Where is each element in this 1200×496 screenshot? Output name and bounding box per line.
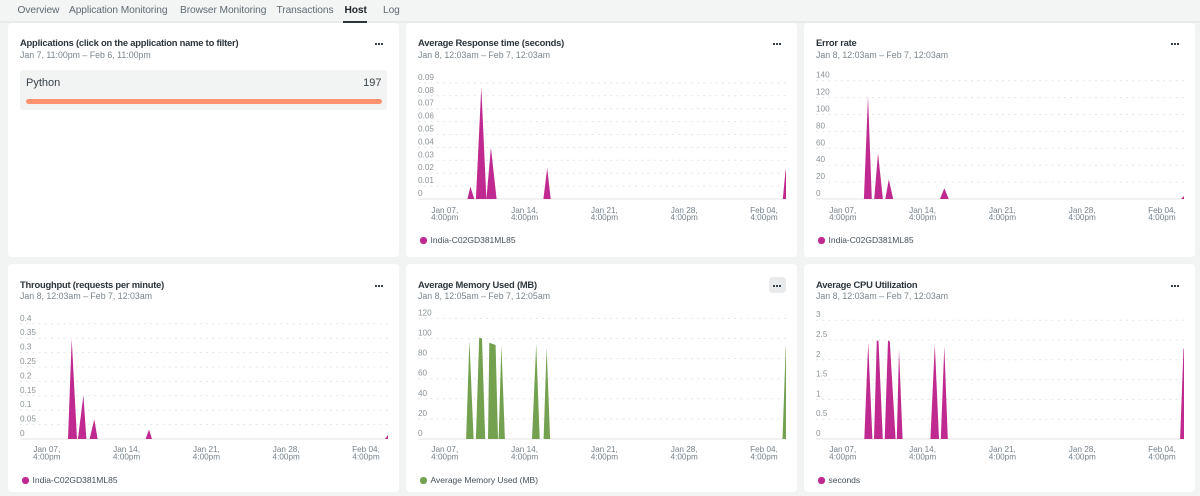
svg-text:0.04: 0.04 [418,137,434,146]
svg-text:2: 2 [816,350,821,359]
svg-text:2.5: 2.5 [816,330,828,339]
svg-text:60: 60 [418,369,428,378]
svg-text:4:00pm: 4:00pm [671,452,698,461]
svg-text:0: 0 [418,429,423,438]
svg-text:0.06: 0.06 [418,111,434,120]
svg-text:4:00pm: 4:00pm [113,452,140,461]
svg-text:0.03: 0.03 [418,150,434,159]
svg-text:4:00pm: 4:00pm [273,452,300,461]
svg-text:4:00pm: 4:00pm [989,213,1016,222]
svg-text:0: 0 [816,429,821,438]
svg-text:4:00pm: 4:00pm [1148,452,1175,461]
svg-text:20: 20 [418,409,428,418]
svg-text:4:00pm: 4:00pm [909,452,936,461]
svg-text:0.05: 0.05 [418,124,434,133]
svg-text:1.5: 1.5 [816,370,828,379]
svg-text:20: 20 [816,172,826,181]
svg-text:4:00pm: 4:00pm [591,213,618,222]
svg-text:0.15: 0.15 [20,386,36,395]
svg-text:0.5: 0.5 [816,409,828,418]
svg-text:0.09: 0.09 [418,72,434,81]
svg-text:4:00pm: 4:00pm [431,452,458,461]
svg-text:4:00pm: 4:00pm [591,452,618,461]
svg-text:4:00pm: 4:00pm [431,213,458,222]
svg-text:0.07: 0.07 [418,98,434,107]
svg-text:60: 60 [816,138,826,147]
svg-text:0.35: 0.35 [20,328,36,337]
svg-text:4:00pm: 4:00pm [829,213,856,222]
svg-text:4:00pm: 4:00pm [671,213,698,222]
svg-text:0: 0 [20,429,25,438]
svg-text:4:00pm: 4:00pm [829,452,856,461]
svg-text:100: 100 [816,104,830,113]
svg-text:4:00pm: 4:00pm [33,452,60,461]
svg-text:0.25: 0.25 [20,357,36,366]
svg-text:80: 80 [418,349,428,358]
svg-text:40: 40 [418,389,428,398]
svg-text:0.2: 0.2 [20,371,32,380]
svg-text:0.4: 0.4 [20,314,32,323]
svg-text:120: 120 [816,87,830,96]
svg-text:4:00pm: 4:00pm [750,213,777,222]
svg-text:80: 80 [816,121,826,130]
svg-text:100: 100 [418,329,432,338]
svg-text:120: 120 [418,308,432,317]
svg-text:0.08: 0.08 [418,85,434,94]
svg-text:0: 0 [816,189,821,198]
svg-text:4:00pm: 4:00pm [989,452,1016,461]
svg-text:4:00pm: 4:00pm [193,452,220,461]
svg-text:0.3: 0.3 [20,343,32,352]
svg-text:4:00pm: 4:00pm [352,452,379,461]
svg-text:4:00pm: 4:00pm [511,213,538,222]
svg-text:0.05: 0.05 [20,415,36,424]
svg-text:3: 3 [816,310,821,319]
svg-text:4:00pm: 4:00pm [511,452,538,461]
svg-text:4:00pm: 4:00pm [1148,213,1175,222]
svg-text:1: 1 [816,389,821,398]
svg-text:0.01: 0.01 [418,176,434,185]
svg-text:0.1: 0.1 [20,400,32,409]
svg-text:4:00pm: 4:00pm [1069,452,1096,461]
svg-text:140: 140 [816,70,830,79]
svg-text:4:00pm: 4:00pm [750,452,777,461]
svg-text:4:00pm: 4:00pm [909,213,936,222]
svg-text:0: 0 [418,189,423,198]
svg-text:40: 40 [816,155,826,164]
svg-text:0.02: 0.02 [418,163,434,172]
svg-text:4:00pm: 4:00pm [1069,213,1096,222]
